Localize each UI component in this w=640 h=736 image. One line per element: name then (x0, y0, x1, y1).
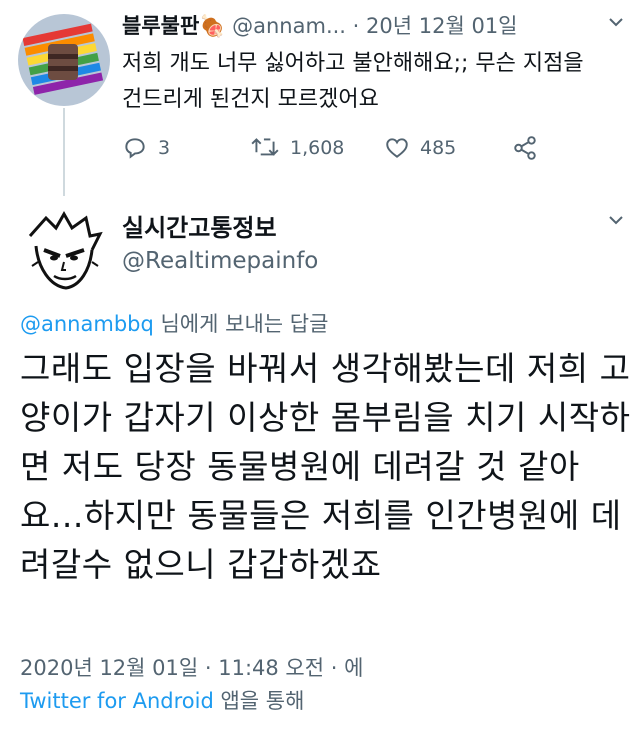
tweet-actions: 3 1,608 485 (122, 132, 542, 164)
tweet1-header: 블루불판🍖 @annam... · 20년 12월 01일 (122, 12, 518, 40)
display-name[interactable]: 실시간고통정보 (122, 208, 277, 243)
avatar[interactable] (16, 206, 108, 298)
chevron-down-icon[interactable] (608, 14, 624, 30)
user-handle[interactable]: @Realtimepainfo (122, 248, 318, 274)
display-name[interactable]: 블루불판 (122, 14, 199, 38)
tweet-text: 그래도 입장을 바꿔서 생각해봤는데 저희 고양이가 갑자기 이상한 몸부림을 … (20, 349, 631, 584)
tweet-timestamp[interactable]: 2020년 12월 01일 · 11:48 오전 · 에 (20, 652, 363, 682)
thread-connector (63, 108, 65, 196)
mention-link[interactable]: @annambbq (20, 312, 154, 336)
tweet-source: Twitter for Android 앱을 통해 (20, 685, 304, 715)
chevron-down-icon[interactable] (608, 212, 624, 228)
reply-button[interactable]: 3 (122, 132, 170, 164)
replying-label: 님에게 보내는 답글 (153, 312, 329, 336)
source-link[interactable]: Twitter for Android (20, 689, 214, 713)
tweet-date[interactable]: 20년 12월 01일 (366, 14, 517, 38)
like-icon (386, 138, 408, 158)
separator-dot: · (352, 14, 360, 38)
retweet-count: 1,608 (290, 137, 345, 159)
reply-count: 3 (158, 137, 171, 159)
like-count: 485 (420, 137, 457, 159)
reply-icon (125, 138, 145, 159)
share-icon (514, 136, 536, 160)
like-button[interactable]: 485 (384, 132, 456, 164)
retweet-icon (251, 138, 279, 156)
share-button[interactable] (512, 132, 538, 164)
retweet-button[interactable]: 1,608 (250, 132, 344, 164)
replying-to: @annambbq 님에게 보내는 답글 (20, 308, 328, 338)
user-handle[interactable]: @annam... (232, 14, 346, 38)
source-suffix: 앱을 통해 (213, 689, 305, 713)
meat-emoji-icon: 🍖 (199, 14, 226, 38)
avatar[interactable] (18, 14, 110, 106)
tweet-text: 저희 개도 너무 싫어하고 불안해해요;; 무슨 지점을 건드리게 된건지 모르… (122, 51, 584, 112)
